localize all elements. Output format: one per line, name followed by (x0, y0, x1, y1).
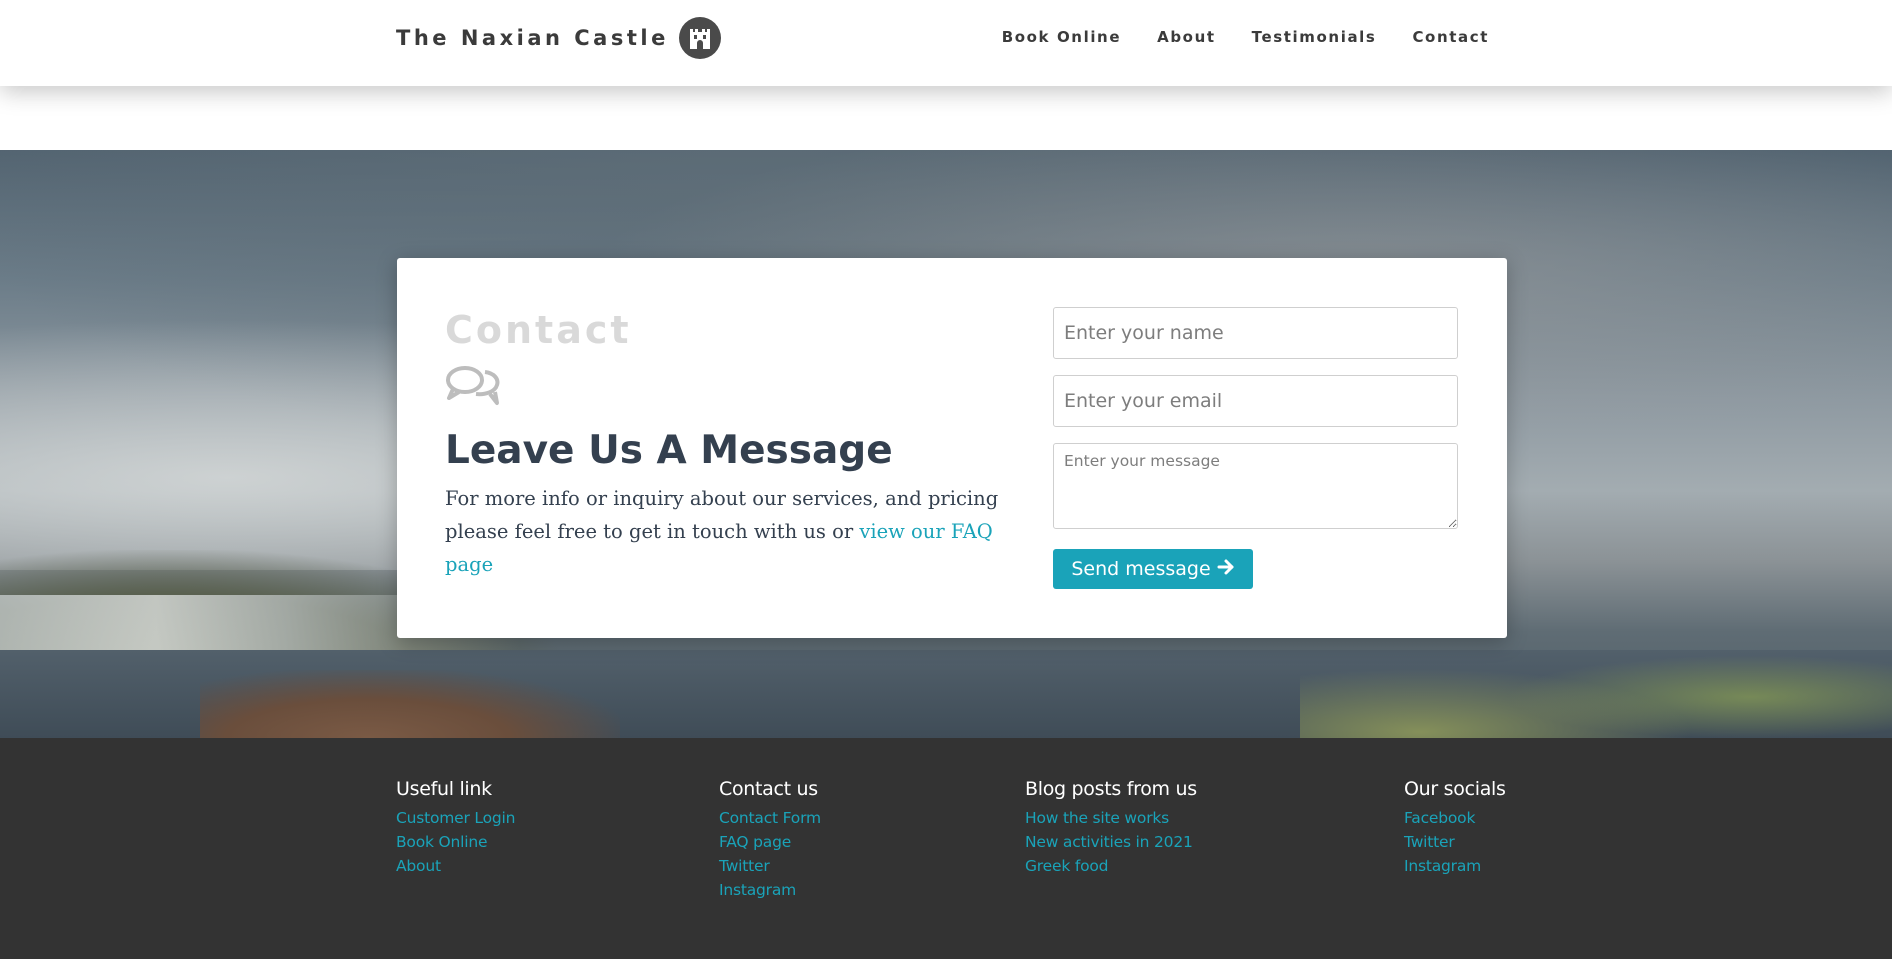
castle-icon (678, 17, 721, 59)
footer-heading: Useful link (396, 778, 492, 800)
contact-title: Leave Us A Message (445, 428, 893, 473)
footer: Useful link Customer Login Book Online A… (0, 738, 1892, 959)
footer-link-about[interactable]: About (396, 854, 515, 878)
contact-card: Contact Leave Us A Message For more info… (397, 258, 1507, 638)
footer-link-customer-login[interactable]: Customer Login (396, 806, 515, 830)
footer-link-instagram[interactable]: Instagram (719, 878, 821, 902)
nav-testimonials[interactable]: Testimonials (1252, 28, 1377, 46)
send-message-button[interactable]: Send message (1053, 549, 1253, 589)
name-input[interactable] (1053, 307, 1458, 359)
footer-link-new-activities[interactable]: New activities in 2021 (1025, 830, 1197, 854)
main-nav: Book Online About Testimonials Contact (1002, 28, 1489, 46)
brand-name: The Naxian Castle (396, 26, 669, 50)
arrow-right-icon (1217, 558, 1235, 581)
footer-link-twitter[interactable]: Twitter (719, 854, 821, 878)
send-message-label: Send message (1071, 558, 1211, 580)
footer-link-social-twitter[interactable]: Twitter (1404, 830, 1506, 854)
footer-col-blog-posts: Blog posts from us How the site works Ne… (1025, 778, 1197, 878)
footer-heading: Contact us (719, 778, 818, 800)
comments-icon (445, 364, 503, 413)
nav-book-online[interactable]: Book Online (1002, 28, 1121, 46)
footer-link-how-site-works[interactable]: How the site works (1025, 806, 1197, 830)
footer-link-contact-form[interactable]: Contact Form (719, 806, 821, 830)
footer-link-facebook[interactable]: Facebook (1404, 806, 1506, 830)
nav-contact[interactable]: Contact (1412, 28, 1489, 46)
footer-link-greek-food[interactable]: Greek food (1025, 854, 1197, 878)
contact-description: For more info or inquiry about our servi… (445, 482, 1015, 581)
email-input[interactable] (1053, 375, 1458, 427)
footer-col-contact-us: Contact us Contact Form FAQ page Twitter… (719, 778, 821, 902)
footer-col-socials: Our socials Facebook Twitter Instagram (1404, 778, 1506, 878)
footer-link-faq[interactable]: FAQ page (719, 830, 821, 854)
footer-heading: Blog posts from us (1025, 778, 1197, 800)
shore-layer (200, 670, 620, 738)
contact-kicker: Contact (445, 308, 632, 352)
footer-link-book-online[interactable]: Book Online (396, 830, 515, 854)
nav-about[interactable]: About (1157, 28, 1216, 46)
footer-heading: Our socials (1404, 778, 1506, 800)
message-input[interactable] (1053, 443, 1458, 529)
navbar: The Naxian Castle Book Online About Test… (0, 0, 1892, 86)
footer-col-useful-links: Useful link Customer Login Book Online A… (396, 778, 515, 878)
footer-link-social-instagram[interactable]: Instagram (1404, 854, 1506, 878)
brand-link[interactable]: The Naxian Castle (396, 16, 721, 60)
